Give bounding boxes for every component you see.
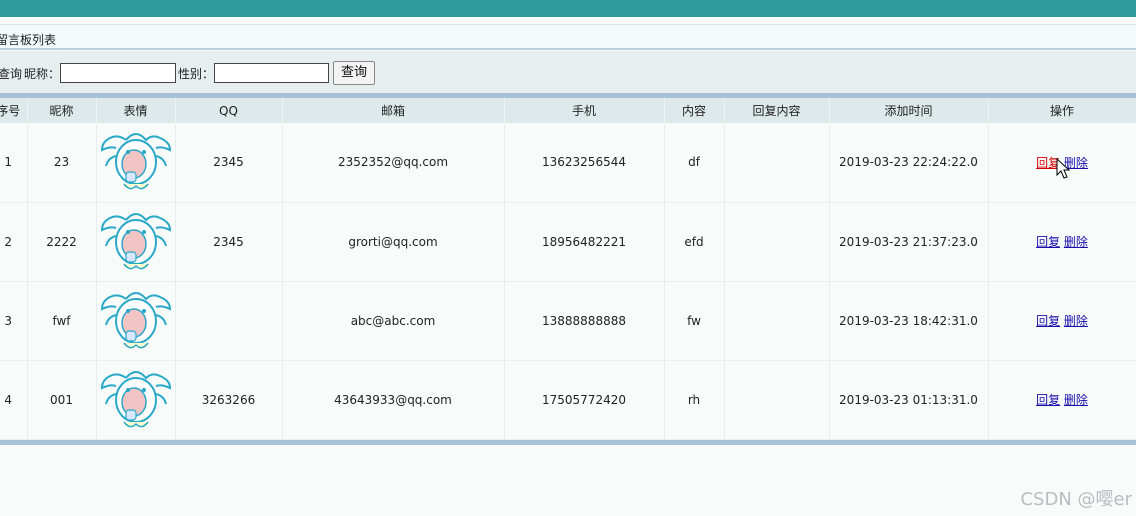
operations-cell: 回复 删除 bbox=[988, 360, 1136, 440]
cell-time: 2019-03-23 21:37:23.0 bbox=[829, 202, 989, 282]
cell-time: 2019-03-23 01:13:31.0 bbox=[829, 360, 989, 440]
face-cell bbox=[96, 123, 176, 203]
reply-link[interactable]: 回复 bbox=[1036, 235, 1060, 249]
cartoon-face-icon bbox=[97, 206, 175, 278]
cell-time: 2019-03-23 22:24:22.0 bbox=[829, 123, 989, 203]
cartoon-face-icon bbox=[97, 364, 175, 436]
operations-cell: 回复 删除 bbox=[988, 202, 1136, 282]
cell-content: efd bbox=[664, 202, 725, 282]
cell-nickname: 23 bbox=[27, 123, 97, 203]
column-header: 邮箱 bbox=[282, 98, 505, 123]
cell-no: 1 bbox=[0, 123, 28, 203]
table-header-row: 序号 昵称 表情 QQ 邮箱 手机 内容 回复内容 添加时间 操作 bbox=[0, 98, 1136, 123]
search-button[interactable]: 查询 bbox=[333, 61, 375, 85]
column-header: 添加时间 bbox=[829, 98, 989, 123]
cell-nickname: 2222 bbox=[27, 202, 97, 282]
breadcrumb: 留言板列表 bbox=[0, 24, 1136, 50]
cell-qq: 3263266 bbox=[175, 360, 283, 440]
message-table: 序号 昵称 表情 QQ 邮箱 手机 内容 回复内容 添加时间 操作 1 23 2345 2352352@… bbox=[0, 98, 1136, 440]
cell-reply bbox=[724, 123, 830, 203]
cell-qq bbox=[175, 281, 283, 361]
search-bar: 查询 昵称： 性别： 查询 bbox=[0, 51, 1136, 93]
cell-no: 3 bbox=[0, 281, 28, 361]
face-cell bbox=[96, 281, 176, 361]
cell-phone: 18956482221 bbox=[504, 202, 665, 282]
column-header: 表情 bbox=[96, 98, 176, 123]
breadcrumb-text: 留言板列表 bbox=[0, 33, 57, 47]
delete-link[interactable]: 删除 bbox=[1064, 314, 1088, 328]
cartoon-face-icon bbox=[97, 126, 175, 198]
cell-email: grorti@qq.com bbox=[282, 202, 505, 282]
cell-reply bbox=[724, 202, 830, 282]
cell-reply bbox=[724, 360, 830, 440]
cell-phone: 17505772420 bbox=[504, 360, 665, 440]
table-row: 4 001 3263266 43643933@qq.com 17505772420 rh 2… bbox=[0, 360, 1136, 440]
cell-nickname: fwf bbox=[27, 281, 97, 361]
column-header: 昵称 bbox=[27, 98, 97, 123]
face-cell bbox=[96, 202, 176, 282]
delete-link[interactable]: 删除 bbox=[1064, 235, 1088, 249]
reply-link[interactable]: 回复 bbox=[1036, 393, 1060, 407]
cell-phone: 13888888888 bbox=[504, 281, 665, 361]
cell-content: df bbox=[664, 123, 725, 203]
top-banner bbox=[0, 0, 1136, 17]
cell-email: abc@abc.com bbox=[282, 281, 505, 361]
face-cell bbox=[96, 360, 176, 440]
table-row: 1 23 2345 2352352@qq.com 13623256544 df 2019-0… bbox=[0, 123, 1136, 203]
cell-content: fw bbox=[664, 281, 725, 361]
watermark: CSDN @嘤er bbox=[1020, 489, 1132, 510]
mouse-cursor-icon bbox=[1056, 158, 1070, 179]
gender-label: 性别： bbox=[178, 67, 215, 81]
column-header: 回复内容 bbox=[724, 98, 830, 123]
cell-nickname: 001 bbox=[27, 360, 97, 440]
cell-email: 2352352@qq.com bbox=[282, 123, 505, 203]
cell-content: rh bbox=[664, 360, 725, 440]
operations-cell: 回复 删除 bbox=[988, 281, 1136, 361]
table-row: 2 2222 2345 grorti@qq.com 18956482221 efd 2019… bbox=[0, 202, 1136, 282]
search-query-label: 查询 bbox=[0, 67, 23, 81]
nickname-label: 昵称： bbox=[24, 67, 61, 81]
message-table-container: 序号 昵称 表情 QQ 邮箱 手机 内容 回复内容 添加时间 操作 1 23 2345 2352352@… bbox=[0, 93, 1136, 445]
table-row: 3 fwf abc@abc.com 13888888888 fw 2019-03-23 1… bbox=[0, 281, 1136, 361]
column-header: 手机 bbox=[504, 98, 665, 123]
cell-no: 4 bbox=[0, 360, 28, 440]
cell-no: 2 bbox=[0, 202, 28, 282]
reply-link[interactable]: 回复 bbox=[1036, 314, 1060, 328]
column-header: 操作 bbox=[988, 98, 1136, 123]
cell-phone: 13623256544 bbox=[504, 123, 665, 203]
delete-link[interactable]: 删除 bbox=[1064, 393, 1088, 407]
gender-input[interactable] bbox=[214, 63, 329, 83]
column-header: QQ bbox=[175, 98, 283, 123]
cell-reply bbox=[724, 281, 830, 361]
cell-qq: 2345 bbox=[175, 123, 283, 203]
nickname-input[interactable] bbox=[60, 63, 176, 83]
cell-email: 43643933@qq.com bbox=[282, 360, 505, 440]
column-header: 内容 bbox=[664, 98, 725, 123]
column-header: 序号 bbox=[0, 98, 28, 123]
cell-time: 2019-03-23 18:42:31.0 bbox=[829, 281, 989, 361]
cartoon-face-icon bbox=[97, 285, 175, 357]
cell-qq: 2345 bbox=[175, 202, 283, 282]
